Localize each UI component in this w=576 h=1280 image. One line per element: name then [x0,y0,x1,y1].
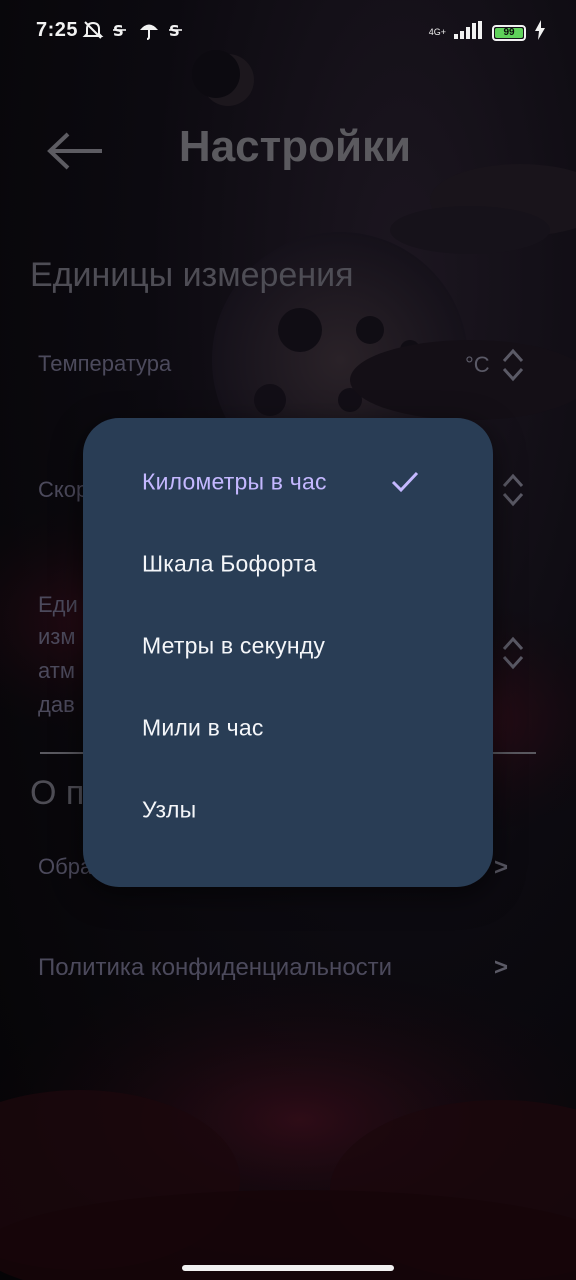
wind-speed-unit-menu: Километры в час Шкала Бофорта Метры в се… [83,418,493,887]
menu-item-label: Шкала Бофорта [142,550,317,577]
about-section-title: О п [30,774,85,812]
temperature-stepper-icon[interactable] [500,345,526,385]
pressure-label-line-1[interactable]: Еди [38,588,78,622]
pressure-label-line-2[interactable]: изм [38,620,76,654]
privacy-chevron-icon[interactable]: > [494,954,508,982]
menu-item-label: Узлы [142,796,197,823]
home-indicator[interactable] [182,1265,394,1271]
page-title: Настройки [178,122,412,171]
menu-item-kmh[interactable]: Километры в час [83,441,493,523]
screen: 7:25 S S 4G+ 99 Настройки Единицы измере… [0,0,576,1280]
feedback-chevron-icon[interactable]: > [494,854,508,882]
pressure-stepper-icon[interactable] [500,633,526,673]
menu-item-label: Мили в час [142,714,264,741]
pressure-label-line-3[interactable]: атм [38,654,75,688]
pressure-label-line-4[interactable]: дав [38,688,75,722]
temperature-value[interactable]: °C [465,352,490,378]
menu-item-beaufort[interactable]: Шкала Бофорта [83,523,493,605]
check-icon [391,470,419,494]
menu-item-ms[interactable]: Метры в секунду [83,605,493,687]
temperature-label[interactable]: Температура [38,347,171,381]
menu-item-knots[interactable]: Узлы [83,769,493,851]
menu-item-label: Километры в час [142,468,327,495]
menu-item-mph[interactable]: Мили в час [83,687,493,769]
wind-speed-stepper-icon[interactable] [500,470,526,510]
privacy-policy-link[interactable]: Политика конфиденциальности [38,951,392,985]
wind-speed-label[interactable]: Скор [38,473,88,507]
units-section-title: Единицы измерения [30,256,354,294]
menu-item-label: Метры в секунду [142,632,326,659]
